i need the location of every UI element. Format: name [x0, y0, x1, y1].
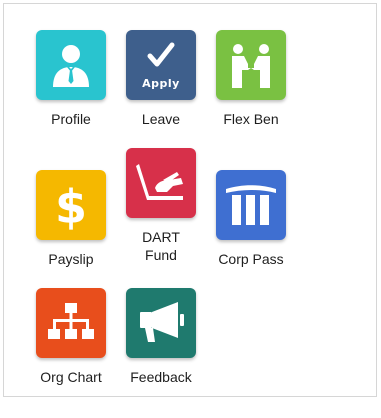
laptop-hand-icon [126, 148, 196, 218]
profile-label: Profile [51, 111, 91, 127]
app-launcher-panel: Profile Apply Leave Flex Ben $ Payslip D… [3, 3, 377, 397]
apply-text: Apply [142, 77, 180, 90]
org-chart-label: Org Chart [40, 369, 102, 385]
building-icon [216, 170, 286, 240]
profile-tile[interactable]: Profile [26, 30, 116, 160]
leave-tile[interactable]: Apply Leave [116, 30, 206, 160]
org-chart-tile[interactable]: Org Chart [26, 288, 116, 418]
corp-pass-label: Corp Pass [218, 251, 284, 267]
feedback-label: Feedback [130, 369, 192, 385]
megaphone-icon [126, 288, 196, 358]
dart-fund-tile[interactable]: DART Fund [116, 148, 206, 278]
payslip-tile[interactable]: $ Payslip [26, 170, 116, 300]
svg-text:$: $ [55, 180, 87, 233]
apply-leave-icon: Apply [126, 30, 196, 100]
dollar-icon: $ [36, 170, 106, 240]
dart-label: DART [142, 229, 180, 245]
handshake-icon [216, 30, 286, 100]
org-chart-icon [36, 288, 106, 358]
flex-ben-tile[interactable]: Flex Ben [206, 30, 296, 160]
corp-pass-tile[interactable]: Corp Pass [206, 170, 296, 300]
feedback-tile[interactable]: Feedback [116, 288, 206, 418]
fund-label: Fund [145, 247, 177, 263]
payslip-label: Payslip [48, 251, 94, 267]
user-profile-icon [36, 30, 106, 100]
leave-label: Leave [141, 111, 181, 127]
flex-ben-label: Flex Ben [223, 111, 279, 127]
